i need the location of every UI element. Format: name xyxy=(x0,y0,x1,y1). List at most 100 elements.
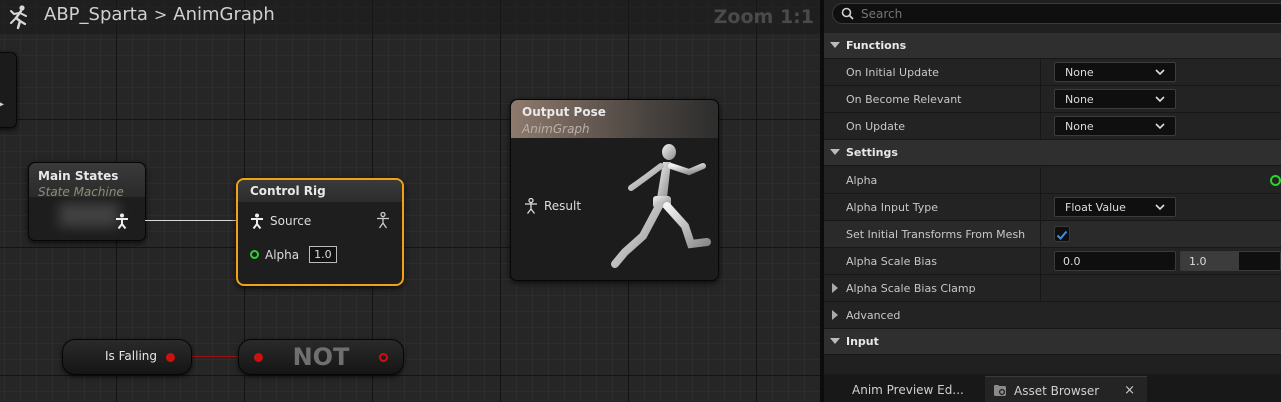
alpha-input-type-dropdown[interactable]: Float Value xyxy=(1054,197,1176,217)
chevron-right-icon[interactable] xyxy=(832,310,838,320)
prop-on-initial-update: On Initial Update None xyxy=(824,59,1281,86)
prop-label: On Initial Update xyxy=(846,66,939,79)
section-input[interactable]: Input xyxy=(824,329,1281,355)
alpha-label: Alpha xyxy=(265,247,300,262)
partial-offscreen-node[interactable]: ▸ xyxy=(0,52,17,128)
column-splitter[interactable] xyxy=(1040,86,1041,112)
column-splitter[interactable] xyxy=(1040,221,1041,247)
prop-advanced[interactable]: Advanced xyxy=(824,302,1281,329)
tab-asset-browser[interactable]: Asset Browser × xyxy=(985,376,1147,402)
section-title: Input xyxy=(846,335,879,348)
column-splitter[interactable] xyxy=(1040,275,1041,301)
prop-label: On Become Relevant xyxy=(846,93,962,106)
search-icon xyxy=(841,7,854,20)
on-become-relevant-dropdown[interactable]: None xyxy=(1054,89,1176,109)
chevron-down-icon xyxy=(1155,123,1165,130)
prop-on-update: On Update None xyxy=(824,113,1281,140)
prop-label: Alpha Scale Bias xyxy=(846,255,937,268)
asset-browser-icon xyxy=(994,385,1006,396)
column-splitter[interactable] xyxy=(1040,59,1041,85)
running-mannequin-icon xyxy=(611,144,711,268)
search-box[interactable] xyxy=(832,3,1281,24)
chevron-down-icon xyxy=(1155,204,1165,211)
is-falling-node[interactable]: Is Falling xyxy=(62,339,192,375)
alpha-pin-toggle-icon[interactable] xyxy=(1270,175,1281,186)
not-node[interactable]: NOT xyxy=(238,339,404,375)
breadcrumb: ABP_Sparta > AnimGraph xyxy=(44,4,275,25)
main-states-node[interactable]: Main States State Machine xyxy=(28,162,146,241)
alpha-value-input[interactable]: 1.0 xyxy=(309,246,337,263)
alpha-scale-bias-min-input[interactable]: 0.0 xyxy=(1054,251,1176,271)
dropdown-value: None xyxy=(1065,93,1094,106)
prop-alpha-input-type: Alpha Input Type Float Value xyxy=(824,194,1281,221)
graph-header: ABP_Sparta > AnimGraph Zoom 1:1 xyxy=(0,0,820,34)
pose-input-pin-icon[interactable] xyxy=(524,198,538,214)
node-title: Output Pose xyxy=(522,105,606,119)
float-input-pin-icon[interactable] xyxy=(250,250,259,259)
details-panel: Functions On Initial Update None On Beco… xyxy=(824,0,1281,402)
prop-set-initial-transforms: Set Initial Transforms From Mesh xyxy=(824,221,1281,248)
column-splitter[interactable] xyxy=(1040,113,1041,139)
node-subtitle: State Machine xyxy=(38,185,124,199)
on-update-dropdown[interactable]: None xyxy=(1054,116,1176,136)
tab-label: Anim Preview Ed... xyxy=(852,383,964,397)
source-pin-row: Source xyxy=(250,213,311,229)
bool-output-pin-icon[interactable] xyxy=(379,353,388,362)
chevron-down-icon xyxy=(830,149,840,155)
bool-output-pin-icon[interactable] xyxy=(166,353,175,362)
anim-graph-canvas[interactable]: ABP_Sparta > AnimGraph Zoom 1:1 ▸ Main S… xyxy=(0,0,820,402)
pose-output-pin-icon[interactable] xyxy=(376,212,390,229)
bottom-tab-bar: Anim Preview Ed... Asset Browser × xyxy=(824,374,1281,402)
animation-blueprint-icon xyxy=(10,5,27,30)
prop-label: Alpha Input Type xyxy=(846,201,939,214)
alpha-scale-bias-max-input[interactable]: 1.0 xyxy=(1180,251,1281,271)
column-splitter[interactable] xyxy=(1040,248,1041,274)
source-label: Source xyxy=(270,214,312,228)
result-label: Result xyxy=(544,199,582,213)
pose-output-pin-icon[interactable] xyxy=(115,213,129,229)
prop-label: Set Initial Transforms From Mesh xyxy=(846,228,1026,241)
column-splitter[interactable] xyxy=(1040,167,1041,193)
breadcrumb-asset[interactable]: ABP_Sparta xyxy=(44,4,148,25)
chevron-down-icon xyxy=(1155,96,1165,103)
section-functions[interactable]: Functions xyxy=(824,33,1281,59)
dropdown-value: None xyxy=(1065,66,1094,79)
pose-wire xyxy=(145,220,237,221)
checkmark-icon xyxy=(1056,230,1068,240)
tab-label: Asset Browser xyxy=(1014,384,1100,398)
breadcrumb-separator: > xyxy=(153,5,168,24)
state-machine-preview xyxy=(59,203,119,227)
chevron-down-icon xyxy=(1155,69,1165,76)
zoom-level: Zoom 1:1 xyxy=(713,6,814,28)
on-initial-update-dropdown[interactable]: None xyxy=(1054,62,1176,82)
prop-alpha: Alpha xyxy=(824,167,1281,194)
variable-label: Is Falling xyxy=(105,349,157,363)
input-value: 0.0 xyxy=(1063,255,1081,268)
input-value: 1.0 xyxy=(1189,255,1207,268)
close-icon[interactable]: × xyxy=(1124,383,1135,398)
chevron-down-icon xyxy=(830,42,840,48)
result-pin-row: Result xyxy=(524,198,581,214)
prop-label: On Update xyxy=(846,120,905,133)
control-rig-node[interactable]: Control Rig Source Alpha 1.0 xyxy=(236,178,404,286)
chevron-right-icon[interactable] xyxy=(832,283,838,293)
node-title: Control Rig xyxy=(250,184,326,198)
section-settings[interactable]: Settings xyxy=(824,140,1281,166)
prop-label: Alpha xyxy=(846,174,878,187)
output-pose-node[interactable]: Output Pose AnimGraph Result xyxy=(510,99,719,281)
search-input[interactable] xyxy=(861,5,1241,22)
prop-on-become-relevant: On Become Relevant None xyxy=(824,86,1281,113)
breadcrumb-graph[interactable]: AnimGraph xyxy=(173,4,274,25)
prop-label: Alpha Scale Bias Clamp xyxy=(846,282,976,295)
node-title: Main States xyxy=(38,169,119,183)
tab-anim-preview-editor[interactable]: Anim Preview Ed... xyxy=(824,376,984,402)
prop-label: Advanced xyxy=(846,309,901,322)
prop-alpha-scale-bias-clamp[interactable]: Alpha Scale Bias Clamp xyxy=(824,275,1281,302)
set-initial-transforms-checkbox[interactable] xyxy=(1054,226,1070,242)
prop-alpha-scale-bias: Alpha Scale Bias 0.0 1.0 xyxy=(824,248,1281,275)
section-title: Functions xyxy=(846,39,907,52)
dropdown-value: None xyxy=(1065,120,1094,133)
column-splitter[interactable] xyxy=(1040,194,1041,220)
pose-pin-icon[interactable]: ▸ xyxy=(0,99,4,110)
pose-input-pin-icon[interactable] xyxy=(250,213,264,229)
